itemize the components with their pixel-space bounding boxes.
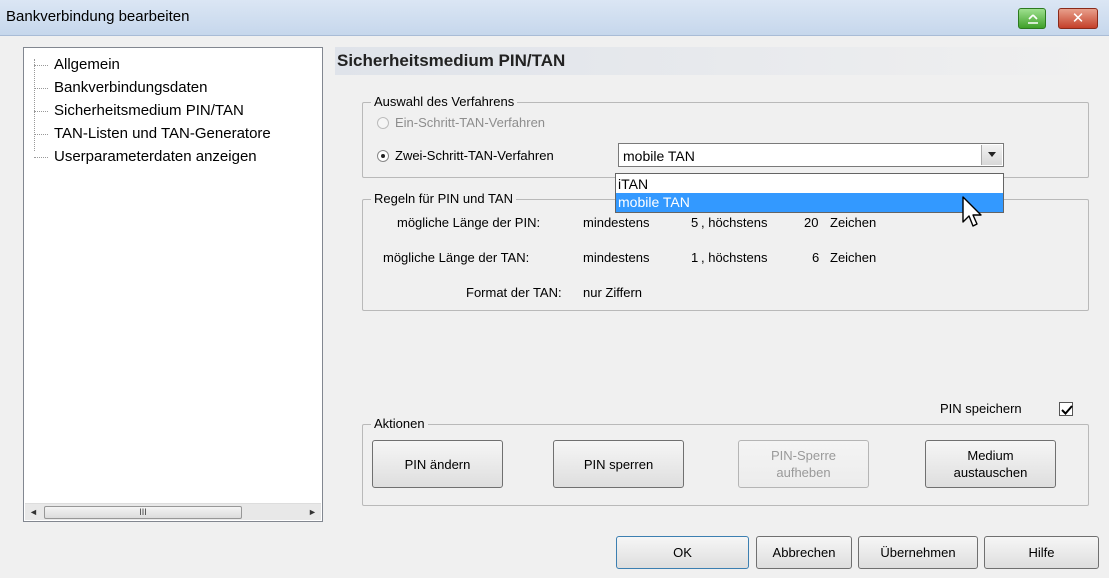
tree-item-bankverbindungsdaten[interactable]: Bankverbindungsdaten xyxy=(34,79,207,99)
tree-item-userparameterdaten[interactable]: Userparameterdaten anzeigen xyxy=(34,148,257,168)
scrollbar-thumb[interactable]: III xyxy=(44,506,242,519)
pin-aendern-button[interactable]: PIN ändern xyxy=(372,440,503,488)
pin-min-label: mindestens xyxy=(583,215,650,230)
dropdown-option-itan[interactable]: iTAN xyxy=(616,175,1003,194)
abbrechen-button[interactable]: Abbrechen xyxy=(756,536,852,569)
minimize-icon xyxy=(1028,14,1038,24)
radio-zwei-schritt-label: Zwei-Schritt-TAN-Verfahren xyxy=(395,148,554,163)
radio-selected-dot xyxy=(381,154,385,158)
tree-item-label: Allgemein xyxy=(54,56,120,73)
mouse-cursor-icon xyxy=(962,196,982,227)
regeln-group-label: Regeln für PIN und TAN xyxy=(371,191,516,206)
hilfe-button[interactable]: Hilfe xyxy=(984,536,1099,569)
tree-item-label: Bankverbindungsdaten xyxy=(54,79,208,96)
dropdown-option-mobile-tan[interactable]: mobile TAN xyxy=(616,193,1003,212)
pin-aendern-label: PIN ändern xyxy=(404,456,471,472)
horizontal-scrollbar[interactable]: ◄ III ► xyxy=(25,503,321,520)
tan-max-value: 6 xyxy=(812,250,820,265)
scroll-right-arrow-icon[interactable]: ► xyxy=(304,504,321,521)
tree-item-label: TAN-Listen und TAN-Generatore xyxy=(54,125,271,142)
tree-item-allgemein[interactable]: Allgemein xyxy=(34,56,120,76)
tan-format-label: Format der TAN: xyxy=(466,285,562,300)
scroll-left-arrow-icon[interactable]: ◄ xyxy=(25,504,42,521)
pin-sperren-label: PIN sperren xyxy=(583,456,654,472)
radio-ein-schritt-label: Ein-Schritt-TAN-Verfahren xyxy=(395,115,546,130)
pin-min-value: 5 xyxy=(691,215,699,230)
pin-sperre-aufheben-button[interactable]: PIN-Sperre aufheben xyxy=(738,440,869,488)
tree-connector xyxy=(34,87,48,89)
radio-zwei-schritt[interactable] xyxy=(377,150,389,162)
title-bar: Bankverbindung bearbeiten ✕ xyxy=(0,0,1109,36)
pin-length-label: mögliche Länge der PIN: xyxy=(397,215,541,230)
navigation-tree[interactable]: Allgemein Bankverbindungsdaten Sicherhei… xyxy=(23,47,323,522)
tree-item-tan-listen[interactable]: TAN-Listen und TAN-Generatore xyxy=(34,125,271,145)
close-button[interactable]: ✕ xyxy=(1058,8,1098,29)
checkmark-icon xyxy=(1061,405,1073,415)
pin-sperren-button[interactable]: PIN sperren xyxy=(553,440,684,488)
abbrechen-label: Abbrechen xyxy=(772,545,836,560)
radio-ein-schritt[interactable] xyxy=(377,117,389,129)
tree-connector xyxy=(34,156,48,158)
verfahren-group-label: Auswahl des Verfahrens xyxy=(371,94,518,109)
dropdown-button[interactable] xyxy=(981,145,1002,165)
window-title: Bankverbindung bearbeiten xyxy=(6,8,190,25)
aktionen-group-label: Aktionen xyxy=(371,416,428,431)
medium-austauschen-button[interactable]: Medium austauschen xyxy=(925,440,1056,488)
tan-max-label: , höchstens xyxy=(701,250,768,265)
uebernehmen-button[interactable]: Übernehmen xyxy=(858,536,978,569)
chevron-down-icon xyxy=(988,152,996,157)
tan-verfahren-select[interactable]: mobile TAN xyxy=(618,143,1004,167)
tan-verfahren-selected-value: mobile TAN xyxy=(623,148,695,164)
pin-speichern-checkbox[interactable] xyxy=(1059,402,1073,416)
tan-format-value: nur Ziffern xyxy=(583,285,643,300)
pin-unit: Zeichen xyxy=(830,215,877,230)
tree-item-label: Userparameterdaten anzeigen xyxy=(54,148,257,165)
pin-max-label: , höchstens xyxy=(701,215,768,230)
tan-min-value: 1 xyxy=(691,250,699,265)
tree-content: Allgemein Bankverbindungsdaten Sicherhei… xyxy=(24,48,322,503)
tree-item-sicherheitsmedium[interactable]: Sicherheitsmedium PIN/TAN xyxy=(34,102,244,122)
pin-sperre-aufheben-label: PIN-Sperre aufheben xyxy=(770,448,837,480)
minimize-button[interactable] xyxy=(1018,8,1046,29)
tan-unit: Zeichen xyxy=(830,250,877,265)
tan-length-label: mögliche Länge der TAN: xyxy=(383,250,530,265)
medium-austauschen-label: Medium austauschen xyxy=(953,448,1028,480)
tree-connector xyxy=(34,133,48,135)
pin-speichern-label: PIN speichern xyxy=(940,401,1022,416)
panel-title: Sicherheitsmedium PIN/TAN xyxy=(337,51,566,70)
tan-verfahren-dropdown-list[interactable]: iTAN mobile TAN xyxy=(615,173,1004,213)
ok-label: OK xyxy=(673,545,692,560)
ok-button[interactable]: OK xyxy=(616,536,749,569)
panel-header: Sicherheitsmedium PIN/TAN xyxy=(335,47,1100,75)
uebernehmen-label: Übernehmen xyxy=(880,545,956,560)
dialog-window: Bankverbindung bearbeiten ✕ Allgemein Ba… xyxy=(0,0,1109,578)
hilfe-label: Hilfe xyxy=(1028,545,1055,560)
tree-connector xyxy=(34,64,48,66)
tree-item-label: Sicherheitsmedium PIN/TAN xyxy=(54,102,244,119)
close-icon: ✕ xyxy=(1071,10,1085,27)
tree-connector xyxy=(34,110,48,112)
tan-min-label: mindestens xyxy=(583,250,650,265)
pin-max-value: 20 xyxy=(804,215,819,230)
